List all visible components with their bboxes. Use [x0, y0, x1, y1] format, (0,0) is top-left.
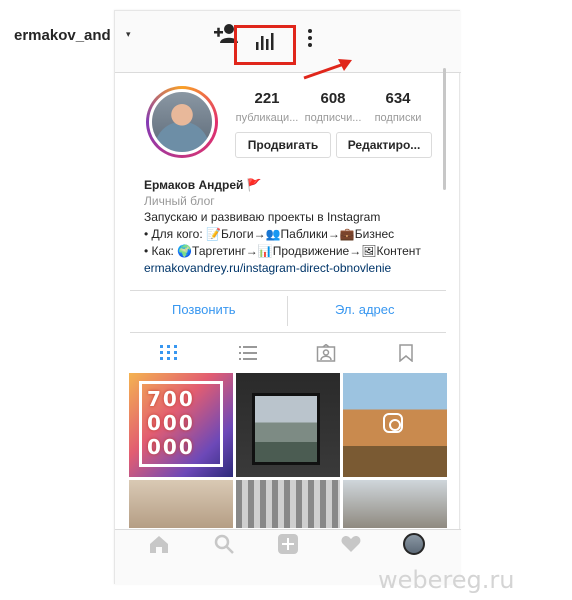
- flag-emoji: 🚩: [246, 178, 262, 192]
- edit-profile-button[interactable]: Редактиро...: [336, 132, 432, 158]
- window-photo: [252, 393, 320, 465]
- insights-bar-chart-icon[interactable]: [254, 30, 276, 52]
- tagged-photo-icon[interactable]: [316, 344, 336, 362]
- instagram-icon: [383, 413, 403, 433]
- post-thumbnail[interactable]: [343, 373, 447, 477]
- following-label: подписки: [374, 112, 422, 124]
- home-icon[interactable]: [148, 533, 170, 555]
- bio-link[interactable]: ermakovandrey.ru/instagram-direct-obnovl…: [144, 261, 391, 275]
- more-vertical-icon[interactable]: [306, 27, 314, 49]
- posts-label: публикаци...: [235, 112, 299, 124]
- scrollbar[interactable]: [443, 68, 446, 190]
- profile-name: Ермаков Андрей 🚩: [144, 178, 262, 192]
- chevron-down-icon[interactable]: ▾: [126, 29, 131, 40]
- list-icon[interactable]: [238, 344, 258, 362]
- bookmark-icon[interactable]: [396, 344, 416, 362]
- divider: [130, 332, 446, 333]
- username: ermakov_and: [14, 27, 111, 44]
- followers-count: 608: [320, 90, 346, 107]
- following-count: 634: [385, 90, 411, 107]
- profile-avatar[interactable]: [403, 533, 425, 555]
- promote-button[interactable]: Продвигать: [235, 132, 331, 158]
- post-thumbnail[interactable]: [236, 373, 340, 477]
- account-switcher[interactable]: ermakov_and: [14, 27, 111, 44]
- add-post-icon[interactable]: [277, 533, 299, 555]
- divider: [287, 296, 288, 326]
- profile-category: Личный блог: [144, 194, 215, 208]
- watermark: webereg.ru: [378, 566, 515, 594]
- profile-name-text: Ермаков Андрей: [144, 178, 244, 192]
- bio-line-1: Запускаю и развиваю проекты в Instagram: [144, 210, 381, 224]
- stat-followers[interactable]: 608 подписчи...: [301, 90, 365, 124]
- grid-icon[interactable]: [159, 344, 179, 362]
- bio-line-2: • Для кого: 📝Блоги→👥Паблики→💼Бизнес: [144, 227, 395, 241]
- heart-icon[interactable]: [340, 533, 362, 555]
- post-thumbnail[interactable]: 700 000 000: [129, 373, 233, 477]
- avatar-photo: [149, 89, 215, 155]
- post-thumbnail[interactable]: [129, 480, 233, 528]
- divider: [130, 290, 446, 291]
- email-button[interactable]: Эл. адрес: [335, 302, 395, 317]
- call-button[interactable]: Позвонить: [172, 302, 236, 317]
- stat-posts[interactable]: 221 публикаци...: [235, 90, 299, 124]
- annotation-arrow: [303, 59, 352, 80]
- stat-following[interactable]: 634 подписки: [366, 90, 430, 124]
- posts-count: 221: [254, 90, 280, 107]
- post-thumbnail[interactable]: [343, 480, 447, 528]
- post-overlay-text: 700 000 000: [147, 387, 195, 459]
- bio-line-3: • Как: 🌍Таргетинг→📊Продвижение→🖼Контент: [144, 244, 421, 258]
- profile-avatar[interactable]: [146, 86, 218, 158]
- post-thumbnail[interactable]: [236, 480, 340, 528]
- search-icon[interactable]: [213, 533, 235, 555]
- followers-label: подписчи...: [304, 112, 362, 124]
